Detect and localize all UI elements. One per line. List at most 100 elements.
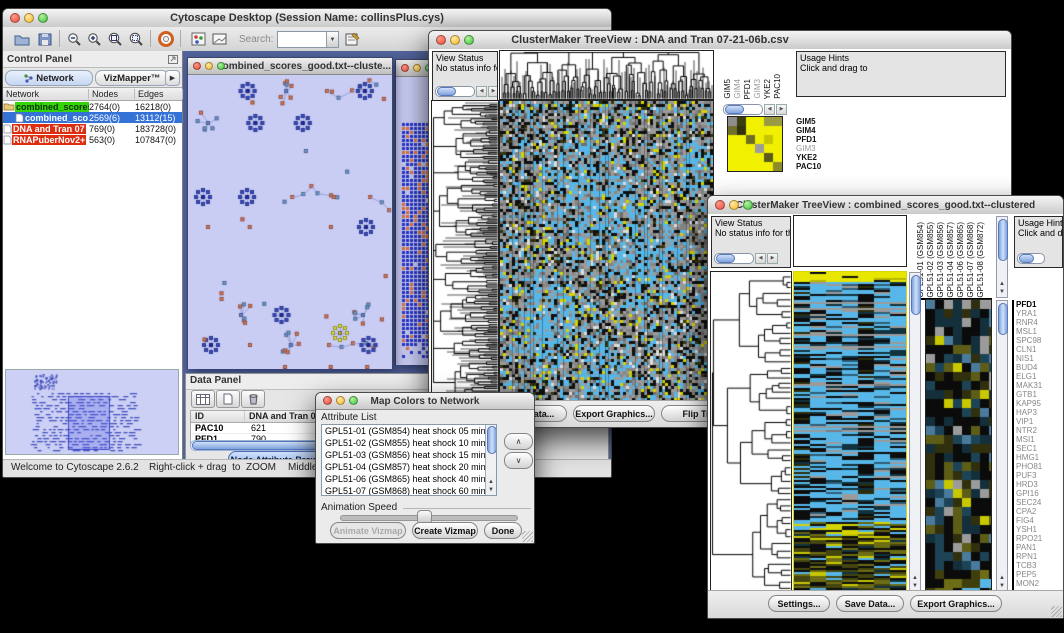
h-scrollbar[interactable]	[1017, 253, 1045, 263]
move-down-button[interactable]: ∨	[504, 452, 533, 469]
select-attributes-icon[interactable]	[191, 390, 215, 408]
animate-vizmap-button[interactable]: Animate Vizmap	[330, 522, 406, 539]
scroll-right-icon[interactable]: ▶	[488, 86, 498, 97]
report-icon[interactable]	[343, 30, 361, 48]
col-edges[interactable]: Edges	[135, 89, 183, 99]
gene-label: GIM4	[796, 126, 836, 135]
minimize-button[interactable]	[413, 64, 421, 72]
delete-attribute-icon[interactable]	[241, 390, 265, 408]
minimize-button[interactable]	[729, 200, 739, 210]
gene-dendrogram-canvas[interactable]	[432, 101, 498, 403]
scrollbar-thumb[interactable]	[716, 254, 735, 263]
zoom-button[interactable]	[349, 396, 358, 405]
col-id[interactable]: ID	[191, 411, 245, 422]
attribute-list[interactable]: GPL51-01 (GSM854) heat shock 05 minGPL51…	[321, 424, 497, 496]
minimize-button[interactable]	[450, 35, 460, 45]
create-vizmap-button[interactable]: Create Vizmap	[412, 522, 478, 539]
network-canvas[interactable]	[188, 75, 392, 369]
scrollbar-thumb[interactable]	[998, 219, 1008, 261]
scroll-arrows[interactable]: ▲▼	[997, 574, 1007, 590]
message-icon[interactable]	[211, 30, 229, 48]
help-lifering-icon[interactable]	[157, 30, 175, 48]
h-scrollbar[interactable]: ◀ ▶	[714, 253, 778, 263]
search-input[interactable]	[278, 32, 326, 47]
close-button[interactable]	[193, 62, 201, 70]
tab-vizmapper[interactable]: VizMapper™	[95, 70, 169, 86]
zoom-heatmap-canvas[interactable]	[926, 300, 991, 592]
zoom-fit-icon[interactable]	[127, 30, 145, 48]
search-combobox[interactable]: ▼	[277, 31, 339, 48]
scroll-left-icon[interactable]: ◀	[755, 253, 766, 264]
annotation-icon[interactable]	[189, 30, 207, 48]
array-dendrogram-canvas[interactable]	[500, 51, 713, 99]
zoom-selected-icon[interactable]	[106, 30, 124, 48]
dialog-titlebar[interactable]: Map Colors to Network	[316, 393, 534, 410]
scroll-arrows[interactable]: ▲▼	[910, 574, 920, 590]
global-heatmap-canvas[interactable]	[794, 272, 906, 592]
scrollbar-thumb[interactable]	[998, 303, 1008, 335]
v-scrollbar[interactable]: ▲▼	[909, 272, 921, 592]
new-attribute-icon[interactable]	[216, 390, 240, 408]
tab-vizmapper-label: VizMapper™	[104, 73, 161, 84]
v-scrollbar[interactable]: ▲▼	[996, 216, 1008, 298]
scroll-right-icon[interactable]: ▶	[767, 253, 778, 264]
scroll-arrows[interactable]: ▲▼	[997, 280, 1007, 296]
save-icon[interactable]	[36, 30, 54, 48]
col-network[interactable]: Network	[3, 89, 89, 99]
scroll-right-icon[interactable]: ▶	[776, 104, 787, 115]
zoom-button[interactable]	[38, 13, 48, 23]
tab-overflow-arrow[interactable]: ▶	[165, 70, 180, 86]
tab-network[interactable]: Network	[5, 70, 93, 86]
h-scrollbar[interactable]: ◀ ▶	[435, 86, 498, 96]
scrollbar-thumb[interactable]	[911, 275, 921, 315]
scrollbar-thumb[interactable]	[487, 426, 497, 454]
save-data-button[interactable]: Save Data...	[836, 595, 904, 612]
zoom-heatmap-canvas[interactable]	[728, 117, 782, 171]
birdseye-view[interactable]	[5, 369, 179, 455]
birdseye-canvas[interactable]	[6, 370, 178, 454]
scroll-left-icon[interactable]: ◀	[764, 104, 775, 115]
tv2-titlebar[interactable]: ClusterMaker TreeView : combined_scores_…	[708, 196, 1063, 215]
main-titlebar[interactable]: Cytoscape Desktop (Session Name: collins…	[3, 9, 611, 28]
resize-grip[interactable]	[1051, 606, 1062, 617]
export-graphics-button[interactable]: Export Graphics...	[573, 405, 655, 422]
col-nodes[interactable]: Nodes	[89, 89, 135, 99]
scroll-arrows[interactable]: ▲▼	[486, 478, 496, 494]
close-button[interactable]	[10, 13, 20, 23]
gene-dendrogram-canvas[interactable]	[711, 272, 791, 592]
scrollbar-thumb[interactable]	[437, 87, 456, 96]
export-graphics-button[interactable]: Export Graphics...	[910, 595, 1002, 612]
zoom-in-icon[interactable]	[85, 30, 103, 48]
resize-grip[interactable]	[522, 531, 533, 542]
zoom-button[interactable]	[217, 62, 225, 70]
float-panel-icon[interactable]	[168, 55, 178, 64]
scrollbar-thumb[interactable]	[725, 105, 744, 114]
network-row-parent[interactable]: combined_scores_ 2764(0) 16218(0)	[3, 101, 182, 112]
scrollbar-thumb[interactable]	[1019, 254, 1034, 263]
move-up-button[interactable]: ∧	[504, 433, 533, 450]
zoom-button[interactable]	[464, 35, 474, 45]
network-row-selected[interactable]: combined_sco 2569(6) 13112(15)	[3, 112, 182, 123]
close-button[interactable]	[436, 35, 446, 45]
v-scrollbar[interactable]: ▲▼	[485, 425, 496, 495]
zoom-out-icon[interactable]	[65, 30, 83, 48]
v-scrollbar[interactable]: ▲▼	[996, 300, 1008, 592]
h-scrollbar[interactable]: ◀ ▶	[723, 104, 787, 114]
close-button[interactable]	[323, 396, 332, 405]
tv1-titlebar[interactable]: ClusterMaker TreeView : DNA and Tran 07-…	[429, 31, 1011, 50]
open-file-icon[interactable]	[13, 30, 31, 48]
done-button[interactable]: Done	[484, 522, 522, 539]
scroll-left-icon[interactable]: ◀	[476, 86, 487, 97]
global-heatmap-canvas[interactable]	[500, 101, 713, 403]
close-button[interactable]	[401, 64, 409, 72]
minimize-button[interactable]	[336, 396, 345, 405]
network-row[interactable]: RNAPuberNov2+ 563(0) 107847(0)	[3, 134, 182, 145]
minimize-button[interactable]	[205, 62, 213, 70]
network-frame-titlebar[interactable]: combined_scores_good.txt--cluste...	[188, 58, 392, 75]
chevron-down-icon[interactable]: ▼	[326, 32, 338, 47]
zoom-button[interactable]	[743, 200, 753, 210]
minimize-button[interactable]	[24, 13, 34, 23]
network-row[interactable]: DNA and Tran 07 769(0) 183728(0)	[3, 123, 182, 134]
settings-button[interactable]: Settings...	[768, 595, 830, 612]
close-button[interactable]	[715, 200, 725, 210]
